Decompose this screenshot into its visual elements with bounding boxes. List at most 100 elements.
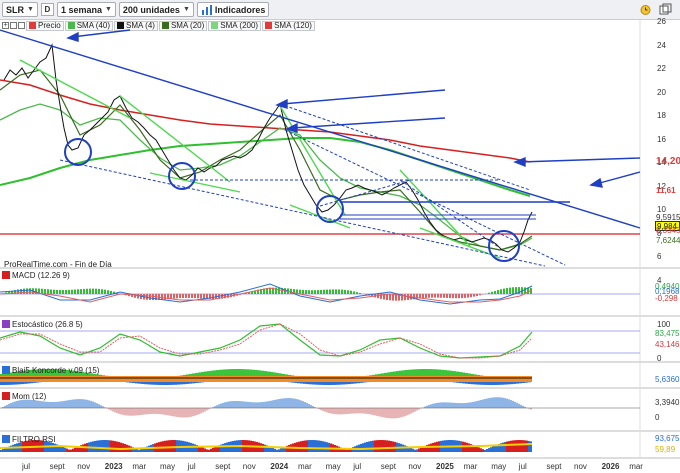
koncorde-blue-bar — [312, 382, 315, 385]
momentum-bar — [304, 402, 306, 408]
time-axis-label: mar — [629, 462, 643, 471]
koncorde-blue-bar — [342, 382, 345, 385]
momentum-bar — [74, 399, 76, 408]
macd-histogram-bar — [161, 294, 163, 300]
momentum-bar — [358, 408, 360, 414]
momentum-bar — [132, 408, 134, 416]
koncorde-green-bar — [210, 370, 213, 376]
macd-histogram-bar — [83, 288, 85, 294]
indicator-value: 43,146 — [655, 340, 680, 349]
momentum-bar — [66, 400, 68, 408]
rsi-bar — [72, 448, 74, 452]
macd-histogram-bar — [23, 288, 25, 294]
rsi-bar — [206, 449, 208, 452]
momentum-bar — [354, 408, 356, 414]
momentum-bar — [200, 408, 202, 414]
koncorde-green-bar — [246, 369, 249, 376]
koncorde-green-bar — [219, 369, 222, 376]
momentum-bar — [498, 397, 500, 408]
indicator-panel-title[interactable]: Mom (12) — [2, 391, 46, 401]
panel-title-text: MACD (12.26 9) — [12, 270, 70, 280]
indicator-panel-title[interactable]: MACD (12.26 9) — [2, 270, 70, 280]
momentum-bar — [428, 404, 430, 408]
rsi-bar — [390, 440, 392, 452]
momentum-bar — [388, 408, 390, 419]
macd-histogram-bar — [101, 289, 103, 294]
rsi-bar — [280, 448, 282, 452]
indicator-panel-title[interactable]: Blai5 Koncorde v.09 (15) — [2, 365, 99, 375]
momentum-bar — [248, 401, 250, 408]
rsi-bar — [110, 440, 112, 452]
momentum-bar — [494, 397, 496, 408]
price-axis-label: 6 — [657, 252, 662, 261]
koncorde-blue-bar — [129, 382, 132, 383]
rsi-bar — [226, 442, 228, 452]
momentum-bar — [22, 399, 24, 408]
momentum-bar — [30, 399, 32, 408]
koncorde-blue-bar — [315, 382, 318, 385]
momentum-bar — [518, 403, 520, 408]
rsi-bar — [100, 440, 102, 452]
momentum-bar — [194, 408, 196, 416]
rsi-bar — [324, 441, 326, 452]
momentum-bar — [112, 408, 114, 412]
macd-histogram-bar — [173, 294, 175, 299]
koncorde-green-bar — [291, 375, 294, 376]
koncorde-green-bar — [225, 369, 228, 376]
momentum-bar — [490, 397, 492, 408]
momentum-bar — [64, 400, 66, 408]
momentum-bar — [322, 408, 324, 411]
momentum-bar — [522, 405, 524, 408]
time-axis-label: 2026 — [601, 462, 620, 471]
rsi-bar — [428, 444, 430, 452]
macd-histogram-bar — [65, 289, 67, 294]
rsi-bar — [326, 442, 328, 452]
momentum-bar — [478, 400, 480, 408]
indicator-value: 0 — [655, 413, 660, 422]
indicator-panel-title[interactable]: FILTRO RSI — [2, 434, 55, 444]
koncorde-blue-bar — [141, 382, 144, 384]
macd-histogram-bar — [314, 290, 316, 294]
rsi-bar — [2, 449, 4, 452]
koncorde-green-bar — [408, 369, 411, 376]
momentum-bar — [80, 399, 82, 408]
rsi-bar — [504, 442, 506, 452]
rsi-bar — [414, 449, 416, 452]
koncorde-green-bar — [384, 372, 387, 376]
panel-icon — [2, 435, 10, 443]
rsi-bar — [70, 449, 72, 452]
indicator-value: 3,3940 — [655, 398, 680, 407]
rsi-bar — [370, 441, 372, 452]
price-chart[interactable] — [0, 0, 680, 473]
koncorde-blue-bar — [9, 382, 12, 385]
momentum-bar — [292, 398, 294, 408]
indicator-panel-title[interactable]: Estocástico (26.8 5) — [2, 319, 83, 329]
koncorde-blue-bar — [507, 382, 510, 385]
momentum-bar — [482, 399, 484, 408]
macd-histogram-bar — [509, 287, 511, 294]
rsi-bar — [364, 442, 366, 452]
momentum-bar — [134, 408, 136, 416]
macd-histogram-bar — [347, 290, 349, 294]
macd-histogram-bar — [74, 289, 76, 294]
koncorde-blue-bar — [321, 382, 324, 385]
momentum-bar — [118, 408, 120, 414]
rsi-bar — [506, 441, 508, 452]
koncorde-blue-bar — [300, 382, 303, 384]
macd-histogram-bar — [197, 294, 199, 299]
macd-histogram-bar — [56, 289, 58, 294]
koncorde-green-bar — [456, 371, 459, 376]
rsi-bar — [522, 440, 524, 452]
rsi-bar — [526, 440, 528, 452]
momentum-bar — [56, 401, 58, 408]
momentum-bar — [242, 401, 244, 408]
momentum-bar — [128, 408, 130, 416]
momentum-bar — [96, 403, 98, 408]
macd-histogram-bar — [29, 288, 31, 294]
koncorde-green-bar — [381, 373, 384, 376]
momentum-bar — [52, 402, 54, 408]
momentum-bar — [404, 408, 406, 417]
momentum-bar — [406, 408, 408, 416]
macd-histogram-bar — [500, 289, 502, 294]
momentum-bar — [42, 401, 44, 408]
